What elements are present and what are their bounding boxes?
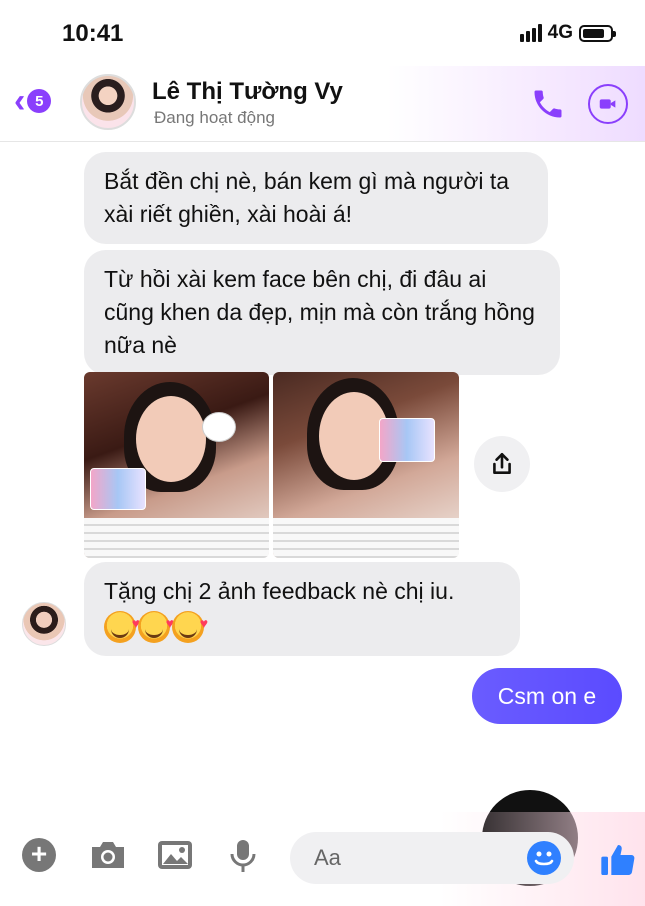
emoji-row [104, 607, 500, 643]
contact-status: Đang hoạt động [154, 108, 275, 127]
video-call-button[interactable] [588, 84, 628, 124]
incoming-message[interactable]: Bắt đền chị nè, bán kem gì mà người ta x… [84, 152, 548, 244]
smiling-face-with-hearts-icon [104, 607, 140, 643]
status-indicators: 4G [519, 22, 616, 44]
feedback-photo[interactable] [84, 372, 269, 558]
share-button[interactable] [474, 436, 530, 492]
plus-icon: + [30, 838, 48, 869]
camera-button[interactable] [88, 838, 128, 872]
phone-icon [534, 90, 562, 118]
battery-level [583, 28, 604, 38]
back-button[interactable]: ‹ 5 [14, 82, 52, 120]
thumbs-up-icon [601, 845, 635, 875]
camera-icon [92, 842, 124, 868]
product-box [90, 468, 146, 510]
microphone-button[interactable] [228, 838, 258, 874]
battery-icon [579, 24, 616, 42]
chevron-left-icon: ‹ [14, 82, 26, 120]
signal-icon [519, 24, 542, 42]
message-text: Tặng chị 2 ảnh feedback nè chị iu. [104, 578, 455, 604]
plus-button[interactable]: + [22, 838, 56, 872]
like-button[interactable] [598, 840, 638, 880]
voice-call-button[interactable] [530, 86, 566, 122]
contact-avatar[interactable] [80, 74, 136, 130]
sender-avatar[interactable] [22, 602, 66, 646]
incoming-message[interactable]: Từ hồi xài kem face bên chị, đi đâu ai c… [84, 250, 560, 375]
status-time: 10:41 [62, 20, 124, 47]
photo-face [136, 396, 206, 482]
contact-name[interactable]: Lê Thị Tường Vy [152, 78, 343, 106]
gallery-icon [158, 841, 192, 869]
product-box [379, 418, 435, 462]
smiling-face-with-hearts-icon [138, 607, 174, 643]
microphone-icon [230, 840, 256, 872]
share-icon [493, 452, 511, 474]
emoji-icon [534, 851, 554, 866]
conversation-header: ‹ 5 Lê Thị Tường Vy Đang hoạt động [0, 66, 645, 142]
message-composer: + [0, 812, 645, 906]
emoji-button[interactable] [527, 841, 561, 875]
product-jar [202, 412, 236, 442]
unread-badge: 5 [27, 89, 52, 113]
gallery-button[interactable] [156, 838, 194, 872]
status-bar: 10:41 4G [0, 0, 645, 66]
network-type: 4G [547, 22, 573, 43]
feedback-photo[interactable] [273, 372, 459, 558]
clothing-stripes [273, 518, 459, 558]
incoming-message[interactable]: Tặng chị 2 ảnh feedback nè chị iu. [84, 562, 520, 656]
smiling-face-with-hearts-icon [172, 607, 208, 643]
clothing-stripes [84, 518, 269, 558]
video-camera-icon [599, 99, 616, 109]
outgoing-message[interactable]: Csm on e [472, 668, 622, 724]
